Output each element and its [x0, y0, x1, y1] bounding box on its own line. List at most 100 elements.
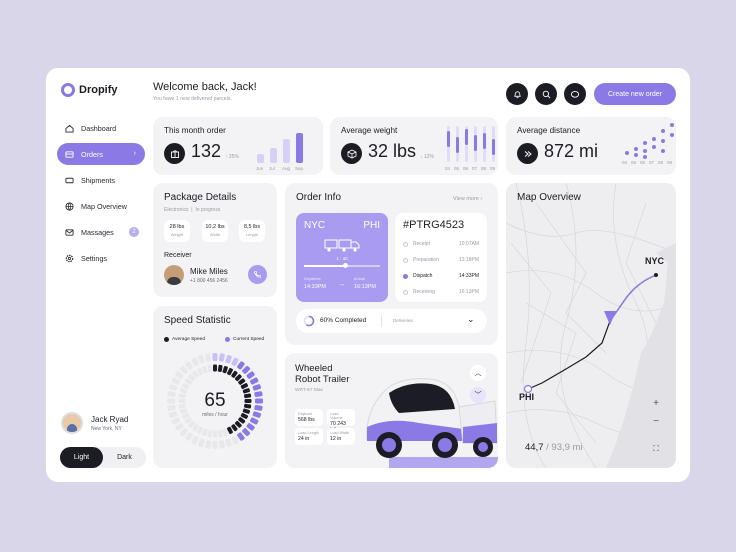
distance-dot — [643, 155, 647, 159]
chevron-up-icon[interactable]: ︿ — [470, 365, 486, 381]
step-indicator — [403, 241, 408, 247]
gauge-segment-current — [225, 438, 232, 448]
messages-button[interactable] — [564, 83, 586, 105]
weight-day-label: 08 — [481, 166, 487, 171]
gauge-segment-current — [250, 377, 259, 385]
app-logo[interactable]: Dropify — [61, 83, 118, 97]
route-from: NYC — [304, 220, 326, 231]
sidebar-item-orders[interactable]: Orders › — [57, 143, 145, 165]
step-time: 10:07AM — [458, 241, 479, 247]
sidebar-item-label: Dashboard — [81, 123, 117, 133]
zoom-out-button[interactable]: − — [649, 414, 663, 428]
legend-swatch — [225, 337, 230, 342]
phone-icon — [253, 270, 262, 278]
completion-text: 60% Completed — [320, 317, 367, 324]
sidebar-item-label: Map Overview — [81, 201, 127, 211]
card-title: Order Info — [296, 192, 342, 203]
spec-label: Load Width — [330, 431, 350, 435]
departure-label: Departure — [304, 277, 321, 281]
sidebar-item-dashboard[interactable]: Dashboard — [57, 117, 145, 139]
card-title: This month order — [164, 126, 226, 135]
gauge-segment-current — [250, 417, 259, 425]
sidebar-item-massages[interactable]: Massages 2 — [57, 221, 145, 243]
step-indicator — [403, 289, 408, 295]
gauge-segment-current — [231, 357, 239, 366]
sidebar-item-label: Settings — [81, 253, 107, 263]
spec-label: Load Volume — [330, 412, 343, 420]
distance-dot — [634, 153, 638, 157]
orders-bar — [296, 133, 303, 163]
spec-label: Load Length — [298, 431, 320, 435]
create-order-button[interactable]: Create new order — [594, 83, 676, 105]
gauge-segment-average — [217, 364, 223, 373]
user-name: Jack Ryad — [91, 414, 129, 424]
view-more-link[interactable]: View more › — [453, 196, 482, 202]
gauge-segment-current — [191, 357, 199, 366]
fullscreen-icon[interactable]: ⛶ — [649, 442, 663, 456]
light-theme-button[interactable]: Light — [60, 447, 103, 468]
call-button[interactable] — [248, 265, 267, 284]
weight-day-label: 06 — [463, 166, 469, 171]
orders-month-label: Jun — [256, 166, 264, 171]
distance-dot — [670, 123, 674, 127]
card-title: Average distance — [517, 126, 581, 135]
step-receipt: Receipt 10:07AM — [403, 241, 479, 247]
average-distance-card: Average distance 872 mi 04 05 06 07 08 09 — [506, 117, 676, 175]
spec-label: Weight — [170, 232, 184, 237]
spec-label: Length — [245, 232, 259, 237]
sidebar-nav: Dashboard Orders › Shipments Map Overvie… — [57, 117, 145, 273]
gauge-segment-current — [225, 354, 232, 364]
gauge-segment-average — [213, 364, 217, 372]
step-label: Receiving — [413, 289, 435, 295]
distance-dot — [625, 151, 629, 155]
distance-day-label: 06 — [640, 160, 646, 165]
distance-day-label: 05 — [631, 160, 637, 165]
welcome-header: Welcome back, Jack! You have 1 new deliv… — [153, 81, 257, 102]
legend-label: Current Speed — [233, 337, 265, 342]
gauge-segment-current — [212, 353, 218, 361]
zoom-in-button[interactable]: + — [649, 396, 663, 410]
user-profile[interactable]: Jack Ryad New York, NY — [61, 412, 128, 434]
map-overview-card: Map Overview NYC PHI 44,7 / 93,9 mi + − … — [506, 183, 676, 468]
legend-current: Current Speed — [225, 337, 264, 342]
speed-statistic-card: Speed Statistic Average Speed Current Sp… — [153, 306, 277, 468]
trailer-model: WRT-67 Max — [295, 388, 323, 393]
gauge-segment-average — [213, 430, 217, 438]
weight-range-fill — [447, 131, 450, 147]
distance-dot — [670, 133, 674, 137]
step-label: Receipt — [413, 241, 430, 247]
order-status-panel: #PTRG4523 Receipt 10:07AM Preparation 13:1… — [395, 213, 487, 302]
gauge-segment-current — [205, 353, 211, 362]
sidebar-item-map-overview[interactable]: Map Overview — [57, 195, 145, 217]
sidebar-item-settings[interactable]: Settings — [57, 247, 145, 269]
receiver-label: Receiver — [164, 252, 192, 259]
chevron-down-icon[interactable]: ⌄ — [467, 314, 475, 325]
weight-range-fill — [474, 135, 477, 151]
robot-trailer-card: Wheeled Robot Trailer WRT-67 Max Payload… — [285, 353, 498, 468]
weight-range-fill — [483, 133, 486, 149]
card-title: Package Details — [164, 192, 237, 203]
distance-day-label: 04 — [622, 160, 628, 165]
delivery-select[interactable]: Deliveries — [393, 318, 413, 323]
gauge-segment-average — [222, 428, 228, 437]
weight-delta: ↓ 12% — [420, 154, 434, 160]
distance-day-label: 07 — [649, 160, 655, 165]
dark-theme-button[interactable]: Dark — [103, 447, 146, 468]
logo-icon — [61, 83, 75, 97]
receiver-avatar — [164, 265, 184, 285]
notifications-button[interactable] — [506, 83, 528, 105]
sidebar-item-shipments[interactable]: Shipments — [57, 169, 145, 191]
search-button[interactable] — [535, 83, 557, 105]
gauge-segment-average — [207, 364, 213, 373]
orders-month-label: Jul — [269, 166, 275, 171]
map-label-phi: PHI — [519, 392, 535, 402]
orders-bar — [283, 139, 290, 163]
step-time: 13:18PM — [458, 257, 479, 263]
gear-icon — [65, 254, 74, 263]
theme-toggle: Light Dark — [60, 447, 146, 468]
chevron-down-icon[interactable]: ﹀ — [470, 387, 486, 403]
truck-icon — [65, 176, 74, 185]
dashboard-window: Dropify Dashboard Orders › Shipments Map… — [46, 68, 690, 482]
meta-separator: | — [189, 207, 194, 213]
orders-delta: ↑ 25% — [225, 154, 239, 160]
